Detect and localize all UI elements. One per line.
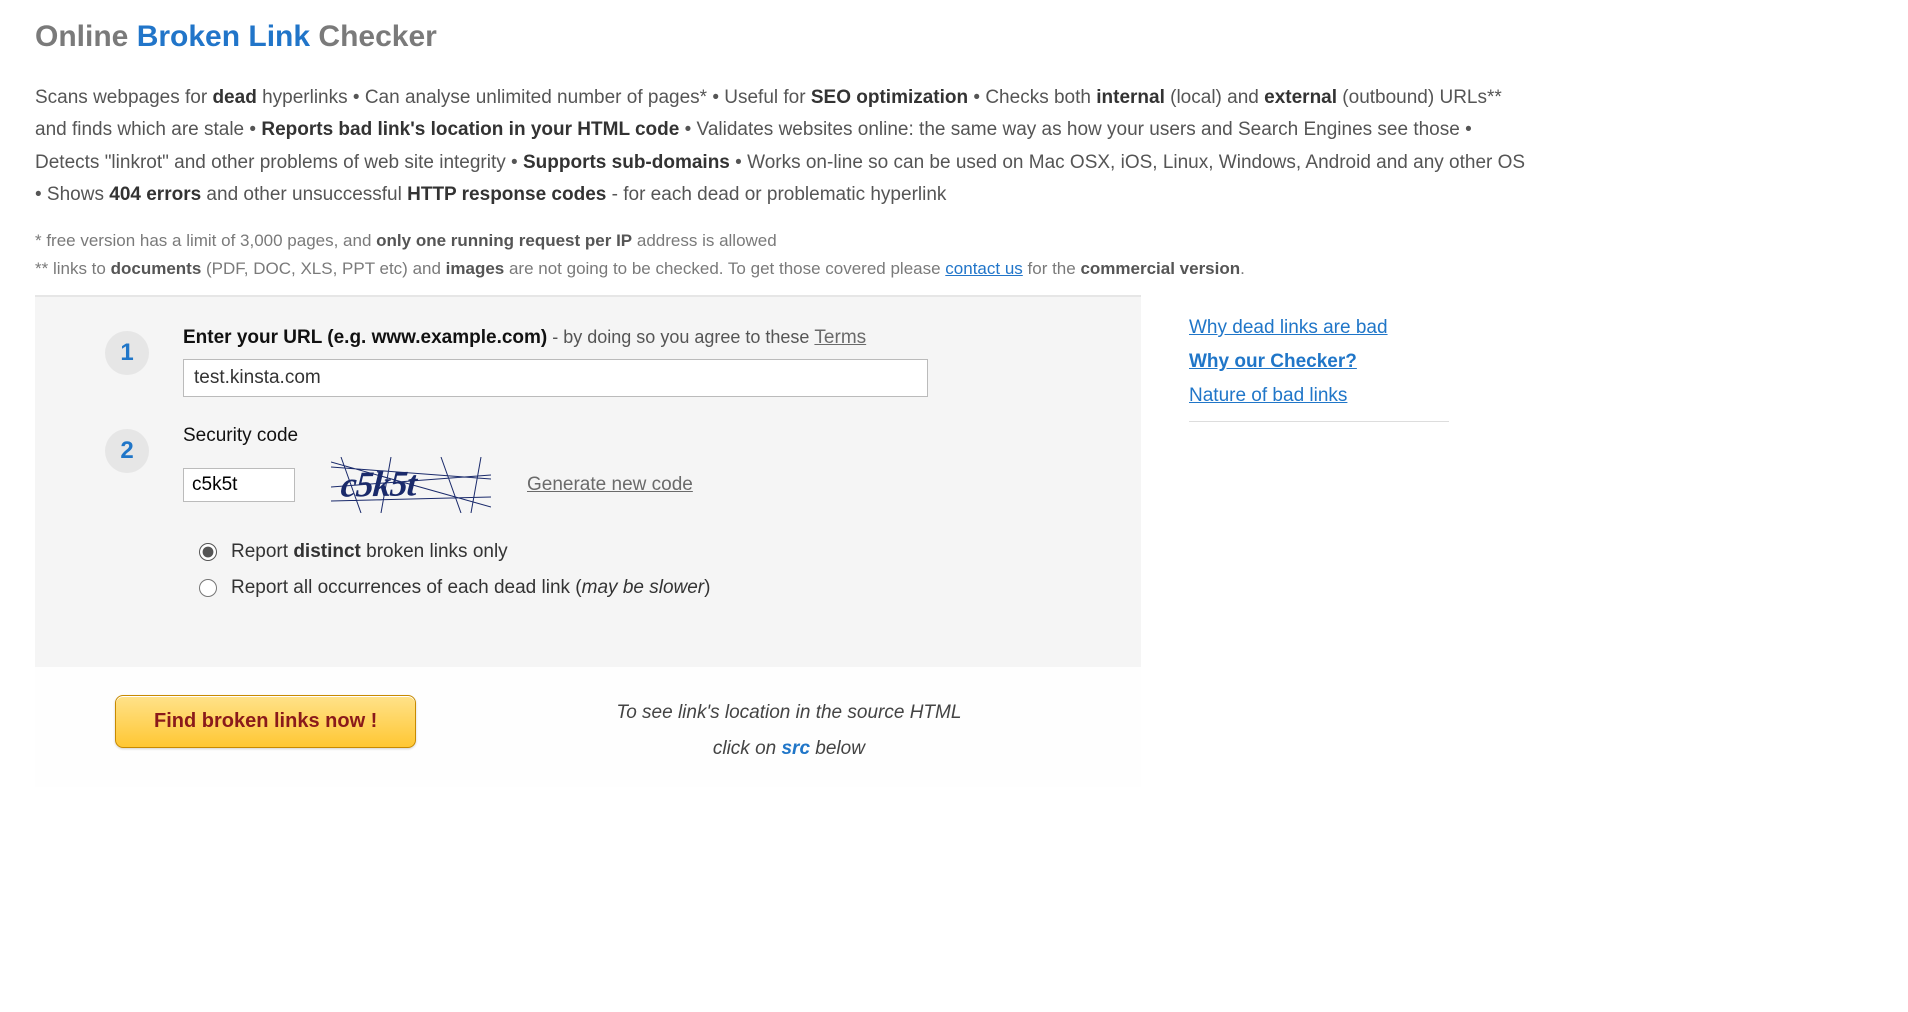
radio-all-occurrences-input[interactable]: [199, 579, 217, 597]
form-area: 1 Enter your URL (e.g. www.example.com) …: [35, 295, 1141, 787]
find-broken-links-button[interactable]: Find broken links now !: [115, 695, 416, 748]
radio-all-occurrences[interactable]: Report all occurrences of each dead link…: [199, 577, 1105, 599]
step-2-label: Security code: [183, 425, 1105, 447]
contact-us-link[interactable]: contact us: [945, 259, 1023, 278]
captcha-image: c5k5t: [331, 457, 491, 513]
report-mode-radios: Report distinct broken links only Report…: [199, 541, 1105, 599]
step-1-label: Enter your URL (e.g. www.example.com) - …: [183, 327, 1105, 349]
sidebar-links: Why dead links are bad Why our Checker? Na…: [1189, 317, 1449, 407]
page-title: Online Broken Link Checker: [35, 20, 1873, 54]
security-code-input[interactable]: [183, 468, 295, 502]
hint-text: To see link's location in the source HTM…: [616, 695, 961, 767]
sidebar-link-1[interactable]: Why our Checker?: [1189, 351, 1449, 373]
step-number-1: 1: [105, 331, 149, 375]
terms-link[interactable]: Terms: [814, 327, 866, 348]
url-input[interactable]: [183, 359, 928, 397]
step-2: 2 Security code c5k5t Generate new code: [105, 425, 1105, 613]
footnote-1: * free version has a limit of 3,000 page…: [35, 231, 1873, 251]
radio-distinct[interactable]: Report distinct broken links only: [199, 541, 1105, 563]
generate-new-code-link[interactable]: Generate new code: [527, 474, 693, 496]
sidebar-link-2[interactable]: Nature of bad links: [1189, 385, 1449, 407]
step-1: 1 Enter your URL (e.g. www.example.com) …: [105, 327, 1105, 397]
intro-text: Scans webpages for dead hyperlinks • Can…: [35, 82, 1535, 211]
sidebar-link-0[interactable]: Why dead links are bad: [1189, 317, 1449, 339]
footnote-2: ** links to documents (PDF, DOC, XLS, PP…: [35, 259, 1873, 279]
sidebar: Why dead links are bad Why our Checker? Na…: [1189, 295, 1449, 422]
radio-distinct-input[interactable]: [199, 543, 217, 561]
step-number-2: 2: [105, 429, 149, 473]
sidebar-divider: [1189, 421, 1449, 422]
